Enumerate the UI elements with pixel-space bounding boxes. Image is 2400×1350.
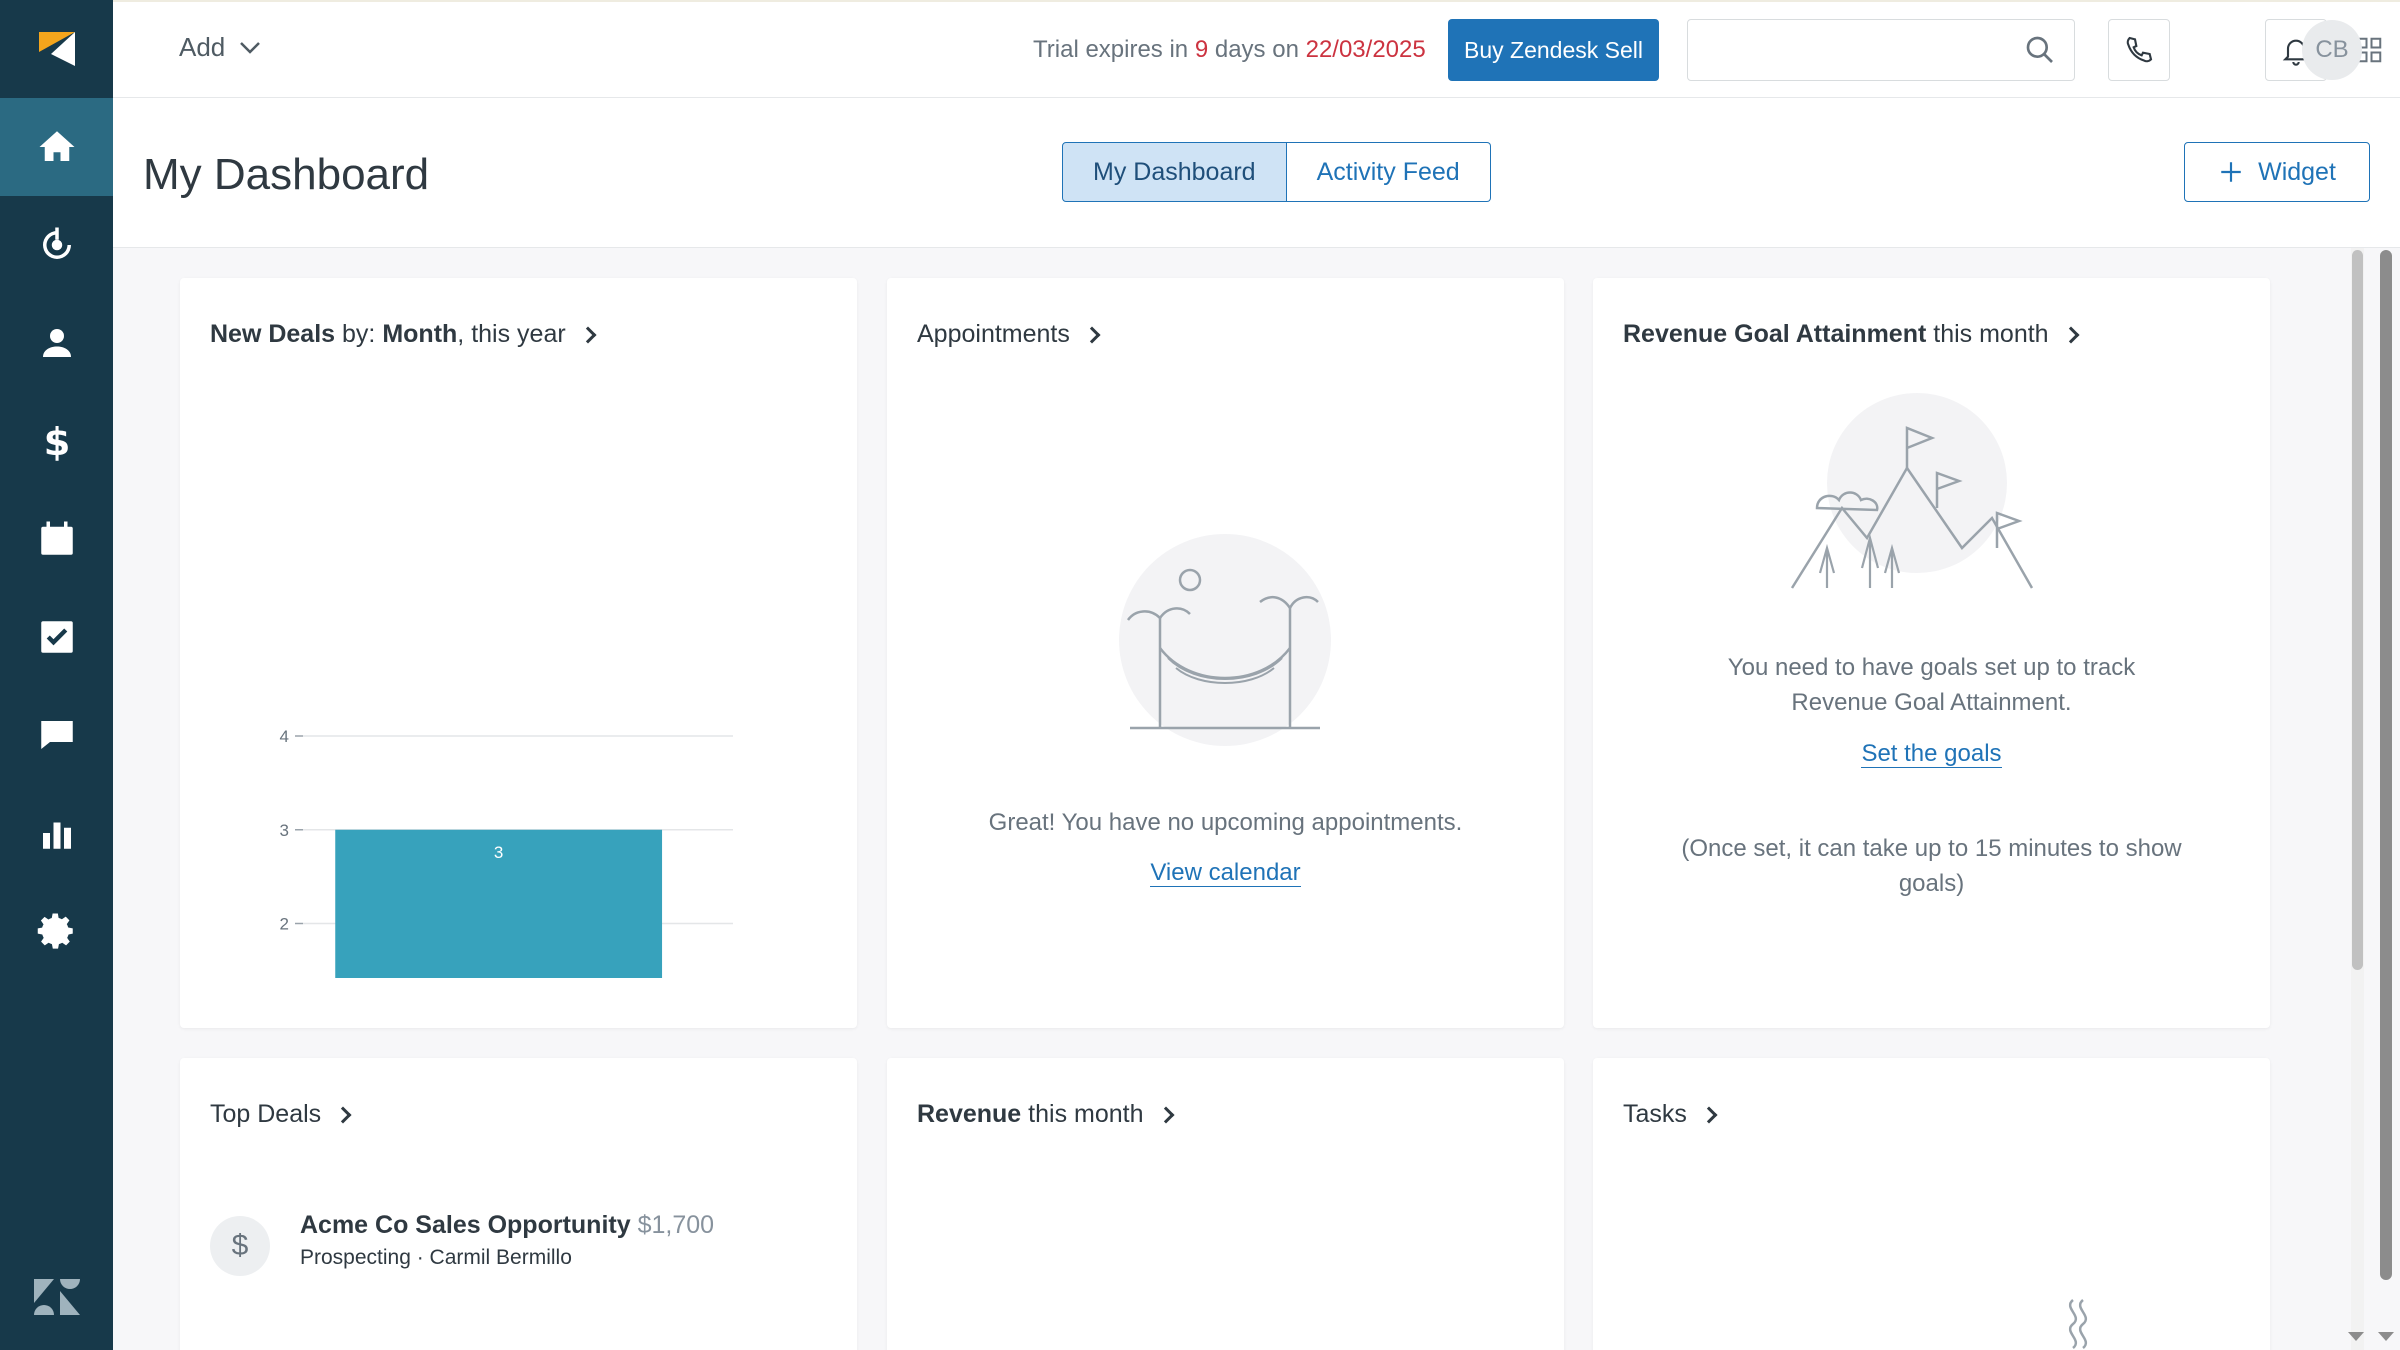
tasks-title[interactable]: Tasks [1623, 1100, 1718, 1129]
home-icon [39, 131, 74, 161]
add-dropdown[interactable]: Add [179, 32, 261, 63]
appointments-card: Appointments Great! You have no upcoming… [887, 278, 1564, 1028]
revenue-month-title-rest: this month [1028, 1100, 1144, 1128]
y-tick-label: 3 [280, 821, 289, 840]
sidebar-item-contacts[interactable] [0, 294, 113, 392]
view-switcher: My Dashboard Activity Feed [1062, 142, 1491, 202]
y-tick-label: 4 [280, 727, 289, 746]
chevron-right-icon [1157, 1106, 1175, 1123]
revenue-goal-title-bold: Revenue Goal Attainment [1623, 320, 1927, 348]
contacts-icon [42, 329, 71, 357]
revenue-month-card: Revenue this month [887, 1058, 1564, 1350]
chevron-right-icon [334, 1106, 352, 1123]
logo-icon [38, 32, 75, 66]
top-bar: Add Trial expires in 9 days on 22/03/202… [113, 0, 2400, 98]
tasks-checkbox-icon [40, 621, 73, 653]
goals-note-line-2: goals) [1898, 870, 1965, 897]
trial-mid: days on [1214, 36, 1299, 63]
top-deals-card: Top Deals $ Acme Co Sales Opportunity $1… [180, 1058, 857, 1350]
appointments-empty-text: Great! You have no upcoming appointments… [988, 809, 1463, 836]
zendesk-sell-logo[interactable] [0, 0, 113, 98]
tasks-title-text: Tasks [1623, 1100, 1687, 1128]
revenue-goal-card: Revenue Goal Attainment this month You n… [1593, 278, 2270, 1028]
add-label: Add [179, 32, 226, 62]
y-tick-label: 2 [280, 915, 289, 934]
revenue-month-title-bold: Revenue [917, 1100, 1022, 1128]
set-goals-link[interactable]: Set the goals [1861, 740, 2002, 768]
deal-amount: $1,700 [637, 1211, 715, 1239]
scroll-down-arrow-icon[interactable] [2346, 1330, 2366, 1344]
chevron-right-icon [2062, 326, 2080, 343]
mountains-flags-illustration [1790, 393, 2034, 589]
tab-activity-feed[interactable]: Activity Feed [1286, 142, 1491, 202]
sidebar-item-calendar[interactable] [0, 490, 113, 588]
leads-icon [42, 227, 71, 259]
sidebar-item-home[interactable] [0, 98, 113, 196]
sidebar-item-communication[interactable] [0, 686, 113, 784]
top-deals-title-text: Top Deals [210, 1100, 322, 1128]
add-widget-button[interactable]: Widget [2184, 142, 2370, 202]
trial-notice: Trial expires in 9 days on 22/03/2025 [1033, 36, 1426, 64]
sidebar-item-deals[interactable]: $ [0, 392, 113, 490]
search-box[interactable] [1687, 19, 2075, 81]
goals-needed-line-2: Revenue Goal Attainment. [1791, 689, 2072, 716]
svg-text:$: $ [43, 420, 70, 462]
plus-icon [2221, 162, 2241, 182]
scroll-down-arrow-icon-2[interactable] [2376, 1330, 2396, 1344]
goals-note-line-1: (Once set, it can take up to 15 minutes … [1681, 835, 2182, 862]
dollar-icon: $ [43, 420, 70, 462]
trial-prefix: Trial expires in [1033, 36, 1189, 63]
page-scrollbar-thumb[interactable] [2380, 250, 2392, 1280]
zendesk-logo[interactable] [0, 1262, 113, 1332]
tasks-card: Tasks [1593, 1058, 2270, 1350]
trial-days: 9 [1194, 36, 1209, 63]
top-deals-title[interactable]: Top Deals [210, 1100, 352, 1129]
chevron-right-icon [1700, 1106, 1718, 1123]
sidebar: $ [0, 0, 113, 1350]
revenue-month-title[interactable]: Revenue this month [917, 1100, 1175, 1129]
trial-date: 22/03/2025 [1305, 36, 1426, 63]
hammock-illustration [1119, 534, 1331, 746]
deal-name: Acme Co Sales Opportunity [300, 1211, 631, 1239]
phone-icon [2126, 36, 2153, 63]
appointments-title-text: Appointments [917, 320, 1070, 348]
appointments-title[interactable]: Appointments [917, 320, 1101, 349]
search-input[interactable] [1704, 20, 2004, 78]
sidebar-item-leads[interactable] [0, 196, 113, 294]
page-header: My Dashboard My Dashboard Activity Feed … [113, 98, 2400, 248]
widget-label: Widget [2258, 157, 2336, 186]
content-scrollbar-thumb[interactable] [2352, 250, 2363, 970]
chevron-right-icon [1083, 326, 1101, 343]
sidebar-item-tasks[interactable] [0, 588, 113, 686]
bar-chart-icon [42, 822, 71, 849]
phone-button[interactable] [2108, 19, 2170, 81]
buy-zendesk-sell-button[interactable]: Buy Zendesk Sell [1448, 19, 1659, 81]
loading-spinner-icon [2068, 1299, 2088, 1349]
view-calendar-link[interactable]: View calendar [1150, 859, 1301, 887]
revenue-goal-title[interactable]: Revenue Goal Attainment this month [1623, 320, 2080, 349]
gear-icon [37, 913, 73, 949]
deal-dollar-icon: $ [210, 1216, 270, 1276]
search-icon[interactable] [2024, 34, 2056, 66]
deal-row[interactable]: Acme Co Sales Opportunity $1,700 [300, 1211, 714, 1240]
chat-icon [40, 721, 73, 749]
revenue-goal-title-rest: this month [1933, 320, 2049, 348]
page-title: My Dashboard [143, 150, 430, 199]
goals-needed-line-1: You need to have goals set up to track [1727, 654, 2136, 681]
chevron-down-icon [240, 41, 261, 54]
calendar-icon [40, 521, 73, 555]
avatar[interactable]: CB [2302, 20, 2362, 80]
sidebar-item-settings[interactable] [0, 882, 113, 980]
new-deals-chart: 012343Mar [280, 727, 733, 978]
tab-my-dashboard[interactable]: My Dashboard [1062, 142, 1287, 202]
zendesk-z-icon [33, 1279, 80, 1315]
deal-meta: Prospecting · Carmil Bermillo [300, 1246, 572, 1269]
sidebar-item-reports[interactable] [0, 784, 113, 882]
new-deals-card: New Deals by: Month, this year 012343Mar [180, 278, 857, 1028]
bar-data-label: 3 [494, 843, 503, 862]
